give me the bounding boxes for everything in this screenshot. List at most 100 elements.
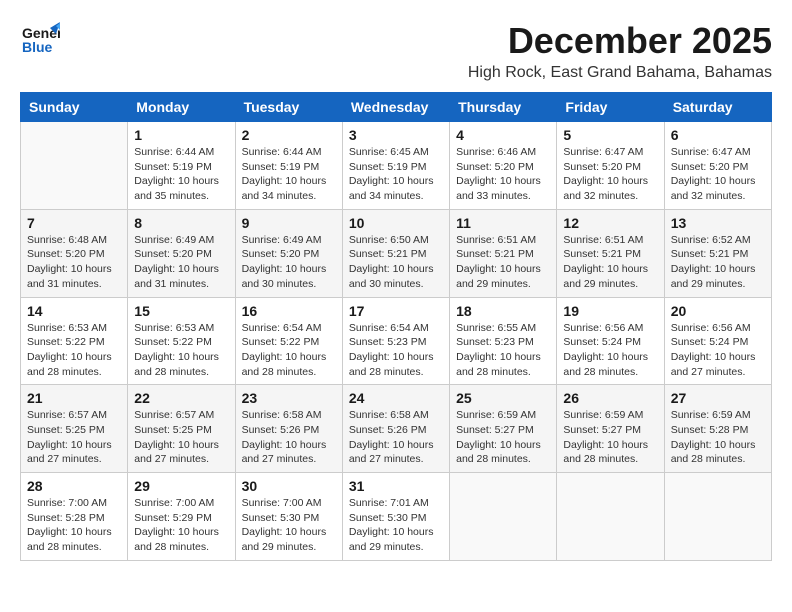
table-row: 13 Sunrise: 6:52 AMSunset: 5:21 PMDayligh… (664, 209, 771, 297)
day-info: Sunrise: 6:50 AMSunset: 5:21 PMDaylight:… (349, 233, 443, 292)
day-number: 9 (242, 215, 336, 231)
col-tuesday: Tuesday (235, 93, 342, 122)
table-row: 10 Sunrise: 6:50 AMSunset: 5:21 PMDayligh… (342, 209, 449, 297)
day-info: Sunrise: 6:47 AMSunset: 5:20 PMDaylight:… (671, 145, 765, 204)
table-row: 8Sunrise: 6:49 AMSunset: 5:20 PMDaylight… (128, 209, 235, 297)
table-row (557, 473, 664, 561)
day-number: 21 (27, 390, 121, 406)
table-row (664, 473, 771, 561)
logo: General Blue (20, 20, 60, 65)
table-row: 1 Sunrise: 6:44 AMSunset: 5:19 PMDaylight… (128, 122, 235, 210)
day-number: 30 (242, 478, 336, 494)
day-number: 2 (242, 127, 336, 143)
page-header: General Blue December 2025 High Rock, Ea… (20, 20, 772, 82)
day-number: 5 (563, 127, 657, 143)
day-number: 12 (563, 215, 657, 231)
day-info: Sunrise: 6:46 AMSunset: 5:20 PMDaylight:… (456, 145, 550, 204)
table-row: 24 Sunrise: 6:58 AMSunset: 5:26 PMDayligh… (342, 385, 449, 473)
day-number: 20 (671, 303, 765, 319)
day-info: Sunrise: 6:58 AMSunset: 5:26 PMDaylight:… (242, 408, 336, 467)
day-number: 23 (242, 390, 336, 406)
day-number: 7 (27, 215, 121, 231)
day-number: 6 (671, 127, 765, 143)
day-info: Sunrise: 6:54 AMSunset: 5:23 PMDaylight:… (349, 321, 443, 380)
table-row: 31Sunrise: 7:01 AMSunset: 5:30 PMDayligh… (342, 473, 449, 561)
day-info: Sunrise: 7:01 AMSunset: 5:30 PMDaylight:… (349, 496, 443, 555)
day-number: 14 (27, 303, 121, 319)
table-row: 17 Sunrise: 6:54 AMSunset: 5:23 PMDayligh… (342, 297, 449, 385)
table-row: 28Sunrise: 7:00 AMSunset: 5:28 PMDayligh… (21, 473, 128, 561)
day-info: Sunrise: 6:59 AMSunset: 5:28 PMDaylight:… (671, 408, 765, 467)
table-row: 2 Sunrise: 6:44 AMSunset: 5:19 PMDaylight… (235, 122, 342, 210)
table-row: 14 Sunrise: 6:53 AMSunset: 5:22 PMDayligh… (21, 297, 128, 385)
day-number: 22 (134, 390, 228, 406)
day-info: Sunrise: 6:56 AMSunset: 5:24 PMDaylight:… (671, 321, 765, 380)
table-row: 27 Sunrise: 6:59 AMSunset: 5:28 PMDayligh… (664, 385, 771, 473)
table-row: 19Sunrise: 6:56 AMSunset: 5:24 PMDayligh… (557, 297, 664, 385)
day-number: 17 (349, 303, 443, 319)
table-row (21, 122, 128, 210)
day-number: 19 (563, 303, 657, 319)
table-row: 25 Sunrise: 6:59 AMSunset: 5:27 PMDayligh… (450, 385, 557, 473)
day-info: Sunrise: 6:44 AMSunset: 5:19 PMDaylight:… (134, 145, 228, 204)
table-row: 21 Sunrise: 6:57 AMSunset: 5:25 PMDayligh… (21, 385, 128, 473)
table-row: 29Sunrise: 7:00 AMSunset: 5:29 PMDayligh… (128, 473, 235, 561)
day-number: 8 (134, 215, 228, 231)
table-row: 20 Sunrise: 6:56 AMSunset: 5:24 PMDayligh… (664, 297, 771, 385)
table-row: 22 Sunrise: 6:57 AMSunset: 5:25 PMDayligh… (128, 385, 235, 473)
title-section: December 2025 High Rock, East Grand Baha… (468, 20, 772, 82)
day-number: 15 (134, 303, 228, 319)
day-info: Sunrise: 6:44 AMSunset: 5:19 PMDaylight:… (242, 145, 336, 204)
day-info: Sunrise: 6:52 AMSunset: 5:21 PMDaylight:… (671, 233, 765, 292)
day-info: Sunrise: 6:49 AMSunset: 5:20 PMDaylight:… (242, 233, 336, 292)
table-row: 9 Sunrise: 6:49 AMSunset: 5:20 PMDaylight… (235, 209, 342, 297)
day-number: 13 (671, 215, 765, 231)
table-row: 12 Sunrise: 6:51 AMSunset: 5:21 PMDayligh… (557, 209, 664, 297)
day-info: Sunrise: 6:54 AMSunset: 5:22 PMDaylight:… (242, 321, 336, 380)
day-info: Sunrise: 6:47 AMSunset: 5:20 PMDaylight:… (563, 145, 657, 204)
day-info: Sunrise: 6:55 AMSunset: 5:23 PMDaylight:… (456, 321, 550, 380)
table-row: 5 Sunrise: 6:47 AMSunset: 5:20 PMDaylight… (557, 122, 664, 210)
day-number: 4 (456, 127, 550, 143)
day-info: Sunrise: 6:57 AMSunset: 5:25 PMDaylight:… (27, 408, 121, 467)
day-number: 25 (456, 390, 550, 406)
day-number: 1 (134, 127, 228, 143)
day-number: 10 (349, 215, 443, 231)
day-number: 11 (456, 215, 550, 231)
calendar-title: December 2025 (468, 20, 772, 62)
day-info: Sunrise: 6:57 AMSunset: 5:25 PMDaylight:… (134, 408, 228, 467)
day-info: Sunrise: 7:00 AMSunset: 5:30 PMDaylight:… (242, 496, 336, 555)
day-number: 27 (671, 390, 765, 406)
table-row: 18 Sunrise: 6:55 AMSunset: 5:23 PMDayligh… (450, 297, 557, 385)
table-row: 4 Sunrise: 6:46 AMSunset: 5:20 PMDaylight… (450, 122, 557, 210)
svg-text:Blue: Blue (22, 39, 53, 55)
col-monday: Monday (128, 93, 235, 122)
col-saturday: Saturday (664, 93, 771, 122)
table-row: 11 Sunrise: 6:51 AMSunset: 5:21 PMDayligh… (450, 209, 557, 297)
table-row: 6 Sunrise: 6:47 AMSunset: 5:20 PMDaylight… (664, 122, 771, 210)
day-number: 28 (27, 478, 121, 494)
col-friday: Friday (557, 93, 664, 122)
day-info: Sunrise: 6:59 AMSunset: 5:27 PMDaylight:… (563, 408, 657, 467)
day-info: Sunrise: 6:53 AMSunset: 5:22 PMDaylight:… (27, 321, 121, 380)
day-number: 24 (349, 390, 443, 406)
day-number: 16 (242, 303, 336, 319)
col-wednesday: Wednesday (342, 93, 449, 122)
table-row: 15 Sunrise: 6:53 AMSunset: 5:22 PMDayligh… (128, 297, 235, 385)
day-info: Sunrise: 6:59 AMSunset: 5:27 PMDaylight:… (456, 408, 550, 467)
day-number: 29 (134, 478, 228, 494)
day-info: Sunrise: 6:53 AMSunset: 5:22 PMDaylight:… (134, 321, 228, 380)
table-row (450, 473, 557, 561)
day-number: 3 (349, 127, 443, 143)
day-info: Sunrise: 6:51 AMSunset: 5:21 PMDaylight:… (456, 233, 550, 292)
col-thursday: Thursday (450, 93, 557, 122)
logo-icon: General Blue (20, 20, 60, 65)
calendar-subtitle: High Rock, East Grand Bahama, Bahamas (468, 64, 772, 82)
day-number: 18 (456, 303, 550, 319)
calendar-table: Sunday Monday Tuesday Wednesday Thursday… (20, 92, 772, 561)
table-row: 3 Sunrise: 6:45 AMSunset: 5:19 PMDaylight… (342, 122, 449, 210)
header-row: Sunday Monday Tuesday Wednesday Thursday… (21, 93, 772, 122)
day-info: Sunrise: 6:45 AMSunset: 5:19 PMDaylight:… (349, 145, 443, 204)
day-info: Sunrise: 6:51 AMSunset: 5:21 PMDaylight:… (563, 233, 657, 292)
day-info: Sunrise: 6:58 AMSunset: 5:26 PMDaylight:… (349, 408, 443, 467)
